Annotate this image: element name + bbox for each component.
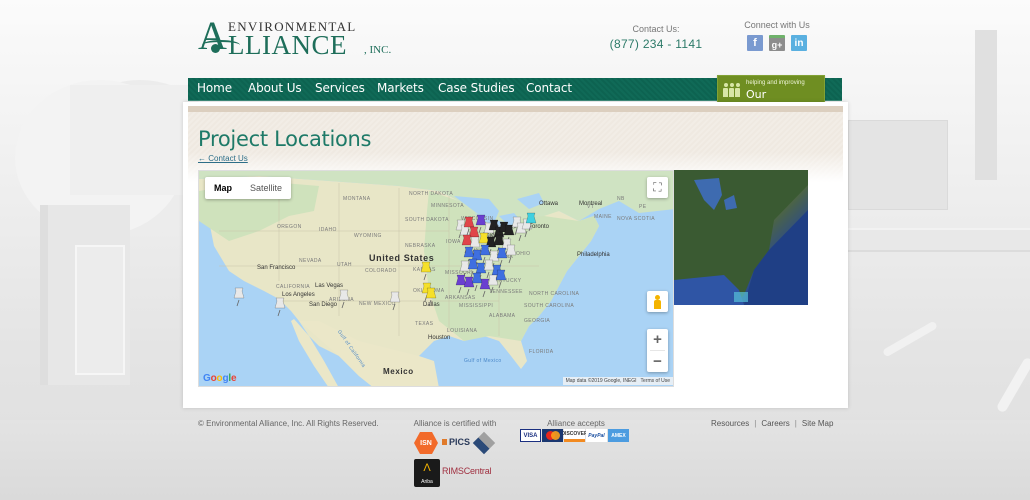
footer-link-careers[interactable]: Careers (761, 419, 789, 428)
pics-logo[interactable]: PICS (442, 437, 470, 447)
background-pipe (995, 356, 1030, 414)
map-attribution: Map data ©2019 Google, INEGI Terms of Us… (562, 377, 673, 385)
street-view-pegman-icon[interactable] (647, 291, 668, 312)
map-pin[interactable] (475, 214, 487, 234)
google-plus-icon[interactable]: g+ (769, 35, 785, 51)
contact-label: Contact Us: (632, 24, 680, 34)
logo-main-text: LLIANCE (228, 30, 347, 60)
header-contact: Contact Us: (877) 234 - 1141 (600, 24, 712, 51)
copyright: © Environmental Alliance, Inc. All Right… (198, 419, 379, 428)
rims-central-logo[interactable]: RIMSCentral (442, 466, 492, 476)
community-subtitle: helping and improving (746, 80, 805, 86)
nav-contact[interactable]: Contact (526, 81, 572, 95)
amex-icon: AMEX (608, 429, 629, 442)
company-logo[interactable]: A ENVIRONMENTAL LLIANCE , INC. (198, 16, 398, 60)
background-chimney (975, 30, 997, 180)
mastercard-icon (542, 429, 563, 442)
map-pin[interactable] (233, 287, 245, 307)
linkedin-icon[interactable]: in (791, 35, 807, 51)
ariba-label: Ariba (421, 479, 433, 485)
background-building (848, 120, 948, 210)
visa-icon: VISA (520, 429, 541, 442)
footer-link-site-map[interactable]: Site Map (802, 419, 834, 428)
map-pin[interactable] (420, 261, 432, 281)
map-data-credit: Map data ©2019 Google, INEGI (565, 378, 637, 384)
contact-phone[interactable]: (877) 234 - 1141 (600, 37, 712, 51)
ariba-logo[interactable]: Λ Ariba (414, 459, 440, 487)
footer-link-resources[interactable]: Resources (711, 419, 749, 428)
terms-of-use-link[interactable]: Terms of Use (641, 378, 670, 384)
zoom-control: + − (647, 329, 668, 372)
isnetworld-logo[interactable] (472, 431, 496, 455)
google-logo[interactable]: Google (203, 373, 237, 384)
nav-case-studies[interactable]: Case Studies (438, 81, 515, 95)
background-ground (0, 420, 1030, 500)
background-tank-body (70, 85, 190, 195)
certification-logos: ISN PICS Λ Ariba RIMSCentral (412, 430, 502, 490)
map-pin[interactable] (274, 297, 286, 317)
map-pin[interactable] (338, 289, 350, 309)
footer-links: Resources | Careers | Site Map (711, 419, 833, 428)
nav-markets[interactable]: Markets (377, 81, 424, 95)
background-bridge (848, 228, 1030, 252)
zoom-in-button[interactable]: + (647, 329, 668, 350)
paypal-icon: PayPal (586, 429, 607, 442)
logo-suffix: , INC. (364, 44, 392, 56)
footer-separator: | (754, 419, 757, 428)
zoom-out-button[interactable]: − (647, 351, 668, 372)
connect-label: Connect with Us (744, 20, 810, 30)
nav-home[interactable]: Home (197, 81, 232, 95)
satellite-preview[interactable] (674, 170, 808, 305)
satellite-terrain (674, 170, 808, 305)
pins-layer (233, 212, 537, 317)
background-door (75, 245, 125, 375)
project-map[interactable]: MONTANA NORTH DAKOTA MINNESOTA SOUTH DAK… (198, 170, 674, 387)
satellite-view-button[interactable]: Satellite (241, 177, 291, 199)
map-type-control: Map Satellite (205, 177, 292, 199)
facebook-icon[interactable]: f (747, 35, 763, 51)
fullscreen-icon[interactable]: ⛶ (647, 177, 668, 198)
map-view-button[interactable]: Map (205, 177, 241, 199)
discover-icon: DISCOVER (561, 429, 588, 442)
header-connect: Connect with Us f g+ in (738, 20, 816, 51)
background-pipe (882, 320, 938, 358)
map-pin[interactable] (389, 291, 401, 311)
ariba-mark-icon: Λ (423, 462, 431, 474)
our-community-button[interactable]: helping and improving Our Community (717, 75, 825, 114)
nav-services[interactable]: Services (315, 81, 365, 95)
people-icon (723, 83, 740, 97)
isn-logo[interactable]: ISN (414, 432, 438, 454)
accepts-label: Alliance accepts (547, 419, 605, 428)
certified-label: Alliance is certified with (413, 419, 497, 428)
map-pin[interactable] (496, 247, 508, 267)
page-title: Project Locations (198, 127, 372, 151)
nav-about-us[interactable]: About Us (248, 81, 302, 95)
social-links: f g+ in (738, 35, 816, 51)
map-pin[interactable] (455, 274, 467, 294)
logo-dot-icon (211, 44, 220, 53)
footer-separator: | (794, 419, 797, 428)
back-to-contact-link[interactable]: ← Contact Us (198, 154, 248, 163)
map-pin[interactable] (463, 276, 475, 296)
payment-cards: VISA DISCOVER PayPal AMEX (520, 429, 629, 442)
